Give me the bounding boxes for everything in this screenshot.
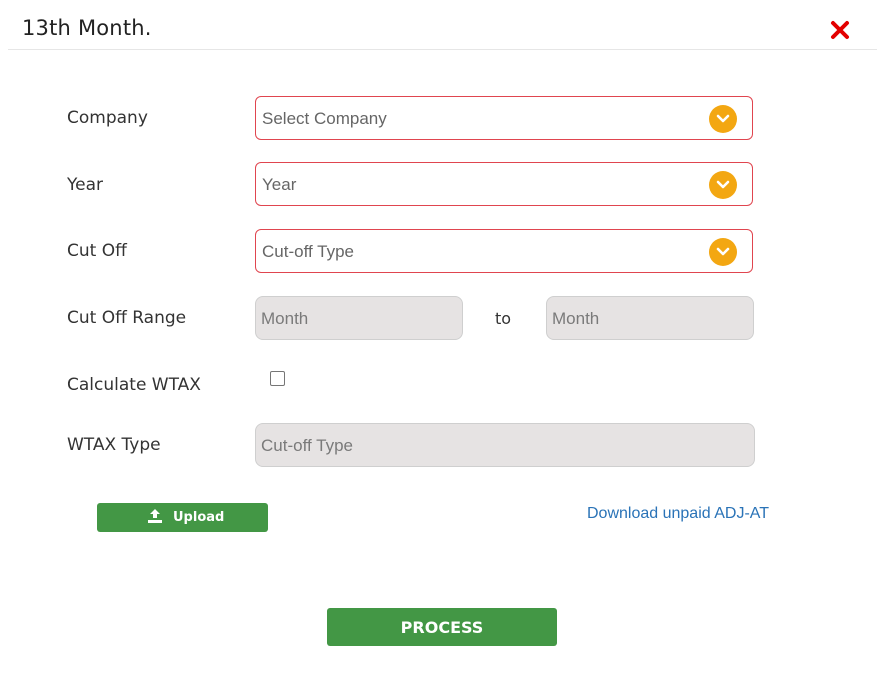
year-label: Year — [67, 175, 103, 195]
wtax-type-placeholder: Cut-off Type — [261, 436, 353, 455]
upload-button[interactable]: Upload — [97, 503, 268, 532]
cut-off-range-from-field[interactable]: Month — [255, 296, 463, 340]
download-unpaid-adj-at-link[interactable]: Download unpaid ADJ-AT — [587, 505, 769, 523]
cut-off-range-to-placeholder: Month — [552, 309, 600, 328]
close-x-icon — [831, 21, 849, 39]
wtax-type-label: WTAX Type — [67, 435, 161, 455]
year-select-value: Year — [262, 175, 297, 194]
chevron-down-icon — [709, 238, 737, 266]
cut-off-label: Cut Off — [67, 241, 127, 261]
calculate-wtax-label: Calculate WTAX — [67, 375, 201, 395]
cut-off-select[interactable]: Cut-off Type — [255, 229, 753, 273]
dialog-title: 13th Month. — [22, 16, 152, 40]
upload-icon — [148, 509, 162, 523]
close-button[interactable] — [829, 19, 851, 41]
cut-off-select-value: Cut-off Type — [262, 242, 354, 261]
upload-label: Upload — [173, 510, 225, 525]
process-button[interactable]: PROCESS — [327, 608, 557, 646]
dialog-header: 13th Month. — [8, 0, 877, 50]
process-label: PROCESS — [400, 618, 484, 637]
chevron-down-icon — [709, 171, 737, 199]
range-separator: to — [495, 309, 512, 328]
company-select[interactable]: Select Company — [255, 96, 753, 140]
thirteenth-month-dialog: 13th Month. Company Select Company Year … — [0, 0, 887, 685]
company-select-value: Select Company — [262, 109, 387, 128]
cut-off-range-label: Cut Off Range — [67, 308, 187, 328]
wtax-type-field[interactable]: Cut-off Type — [255, 423, 755, 467]
year-select[interactable]: Year — [255, 162, 753, 206]
cut-off-range-from-placeholder: Month — [261, 309, 309, 328]
cut-off-range-to-field[interactable]: Month — [546, 296, 754, 340]
calculate-wtax-checkbox[interactable] — [270, 371, 285, 386]
chevron-down-icon — [709, 105, 737, 133]
company-label: Company — [67, 108, 148, 128]
